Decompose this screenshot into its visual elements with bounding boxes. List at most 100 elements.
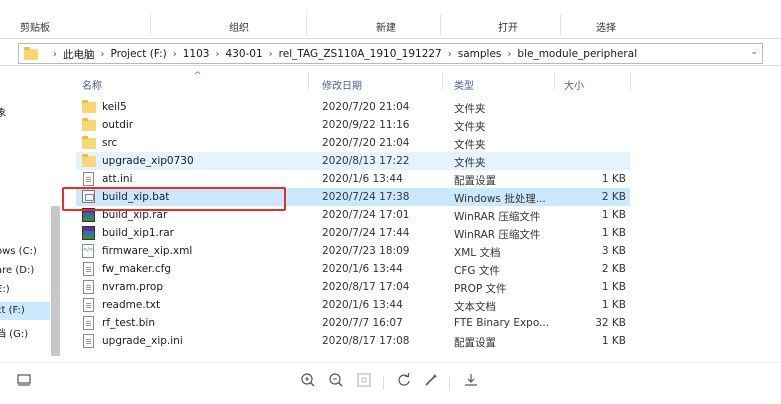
ini-file-icon (82, 172, 96, 186)
breadcrumb-item[interactable]: samples (458, 48, 502, 60)
nav-item[interactable]: 象 (0, 104, 6, 119)
file-name: upgrade_xip.ini (102, 335, 183, 347)
column-header-type[interactable]: 类型 (454, 77, 474, 92)
file-date: 2020/8/17 17:08 (322, 335, 410, 347)
nav-item-drive-f[interactable]: ct (F:) (0, 305, 25, 316)
file-date: 2020/7/24 17:01 (322, 209, 410, 221)
ribbon-group-open[interactable]: 打开 (498, 19, 518, 34)
list-item[interactable]: keil5 2020/7/20 21:04 文件夹 (76, 98, 630, 116)
list-item[interactable]: upgrade_xip.ini 2020/8/17 17:08 配置设置 1 K… (76, 332, 630, 350)
chevron-down-icon[interactable]: ⌄ (750, 47, 758, 57)
file-date: 2020/8/17 17:04 (322, 281, 410, 293)
bin-file-icon (82, 316, 96, 330)
file-size: 1 KB (601, 281, 626, 293)
file-date: 2020/7/7 16:07 (322, 317, 403, 329)
column-header-name[interactable]: 名称 (82, 77, 102, 92)
chevron-right-icon[interactable]: › (215, 49, 219, 60)
ribbon-group-new[interactable]: 新建 (376, 19, 396, 34)
column-divider[interactable] (442, 72, 443, 90)
chevron-right-icon[interactable]: › (269, 49, 273, 60)
breadcrumb-item[interactable]: ble_module_peripheral (517, 48, 637, 60)
toolbar-divider (383, 376, 384, 390)
file-date: 2020/1/6 13:44 (322, 263, 403, 275)
breadcrumb-item[interactable]: 1103 (183, 48, 210, 60)
edit-icon[interactable] (421, 372, 441, 392)
column-divider[interactable] (308, 72, 309, 90)
file-name: upgrade_xip0730 (102, 155, 194, 167)
nav-item-drive-c[interactable]: ows (C:) (0, 246, 37, 257)
file-size: 1 KB (601, 227, 626, 239)
breadcrumb-item[interactable]: 此电脑 (63, 47, 95, 62)
file-name: outdir (102, 119, 134, 131)
file-type: WinRAR 压缩文件 (454, 229, 541, 241)
nav-scrollbar[interactable] (51, 206, 60, 356)
highlight-annotation (62, 187, 286, 211)
list-item[interactable]: fw_maker.cfg 2020/1/6 13:44 CFG 文件 2 KB (76, 260, 630, 278)
chevron-right-icon[interactable]: › (448, 49, 452, 60)
bottom-toolbar (0, 362, 781, 404)
file-size: 32 KB (595, 317, 626, 329)
file-name: nvram.prop (102, 281, 164, 293)
file-type: PROP 文件 (454, 283, 507, 295)
rotate-icon[interactable] (394, 372, 414, 392)
download-icon[interactable] (461, 372, 481, 392)
breadcrumb-item[interactable]: 430-01 (225, 48, 262, 60)
ini-file-icon (82, 334, 96, 348)
list-item[interactable]: readme.txt 2020/1/6 13:44 文本文档 1 KB (76, 296, 630, 314)
nav-item-drive-e[interactable]: E:) (0, 284, 10, 295)
file-name: rf_test.bin (102, 317, 156, 329)
chevron-right-icon[interactable]: › (53, 49, 57, 60)
list-item[interactable]: outdir 2020/9/22 11:16 文件夹 (76, 116, 630, 134)
address-bar-row: › 此电脑 › Project (F:) › 1103 › 430-01 › r… (0, 38, 781, 66)
file-date: 2020/7/20 21:04 (322, 101, 410, 113)
chevron-right-icon[interactable]: › (101, 49, 105, 60)
ribbon-group-clipboard[interactable]: 剪贴板 (20, 19, 50, 34)
ribbon-divider (306, 14, 307, 36)
ribbon-group-organize[interactable]: 组织 (229, 19, 249, 34)
file-name: firmware_xip.xml (102, 245, 193, 257)
column-header-row: 名称 修改日期 类型 大小 (62, 66, 781, 92)
list-item[interactable]: nvram.prop 2020/8/17 17:04 PROP 文件 1 KB (76, 278, 630, 296)
list-item[interactable]: rf_test.bin 2020/7/7 16:07 FTE Binary Ex… (76, 314, 630, 332)
list-item[interactable]: build_xip1.rar 2020/7/24 17:44 WinRAR 压缩… (76, 224, 630, 242)
file-list: keil5 2020/7/20 21:04 文件夹 outdir 2020/9/… (62, 94, 781, 362)
file-name: readme.txt (102, 299, 161, 311)
ribbon-group-select[interactable]: 选择 (596, 19, 616, 34)
sort-caret-icon: ^ (194, 71, 202, 81)
breadcrumb-item[interactable]: Project (F:) (111, 48, 167, 60)
column-divider[interactable] (554, 72, 555, 90)
list-item[interactable]: firmware_xip.xml 2020/7/23 18:09 XML 文档 … (76, 242, 630, 260)
zoom-out-icon[interactable] (326, 372, 346, 392)
ribbon-divider (440, 14, 441, 36)
file-date: 2020/1/6 13:44 (322, 173, 403, 185)
column-divider[interactable] (630, 72, 631, 90)
chevron-right-icon[interactable]: › (507, 49, 511, 60)
txt-file-icon (82, 298, 96, 312)
folder-icon (82, 154, 96, 168)
address-bar[interactable]: › 此电脑 › Project (F:) › 1103 › 430-01 › r… (18, 43, 763, 64)
file-name: src (102, 137, 118, 149)
list-item[interactable]: src 2020/7/20 21:04 文件夹 (76, 134, 630, 152)
zoom-in-icon[interactable] (298, 372, 318, 392)
column-header-size[interactable]: 大小 (564, 77, 584, 92)
list-item-hover[interactable]: upgrade_xip0730 2020/8/13 17:22 文件夹 (76, 152, 630, 170)
file-type: 配置设置 (454, 337, 496, 349)
file-date: 2020/7/24 17:38 (322, 191, 410, 203)
file-type: 配置设置 (454, 175, 496, 187)
nav-item-drive-d[interactable]: are (D:) (0, 265, 34, 276)
list-item[interactable]: att.ini 2020/1/6 13:44 配置设置 1 KB (76, 170, 630, 188)
cfg-file-icon (82, 262, 96, 276)
fit-icon[interactable] (354, 372, 374, 392)
breadcrumb-item[interactable]: rel_TAG_ZS110A_1910_191227 (279, 48, 442, 60)
file-size: 1 KB (601, 173, 626, 185)
ribbon-divider (150, 14, 151, 36)
navigation-pane: 象 ows (C:) are (D:) E:) ct (F:) 档 (G:) (0, 66, 62, 362)
xml-file-icon (82, 244, 96, 258)
layout-icon[interactable] (14, 372, 34, 392)
column-header-date[interactable]: 修改日期 (322, 77, 362, 92)
rar-file-icon (82, 226, 96, 240)
file-date: 2020/8/13 17:22 (322, 155, 410, 167)
chevron-right-icon[interactable]: › (173, 49, 177, 60)
nav-item-drive-g[interactable]: 档 (G:) (0, 325, 28, 340)
breadcrumb: › 此电脑 › Project (F:) › 1103 › 430-01 › r… (47, 46, 637, 62)
